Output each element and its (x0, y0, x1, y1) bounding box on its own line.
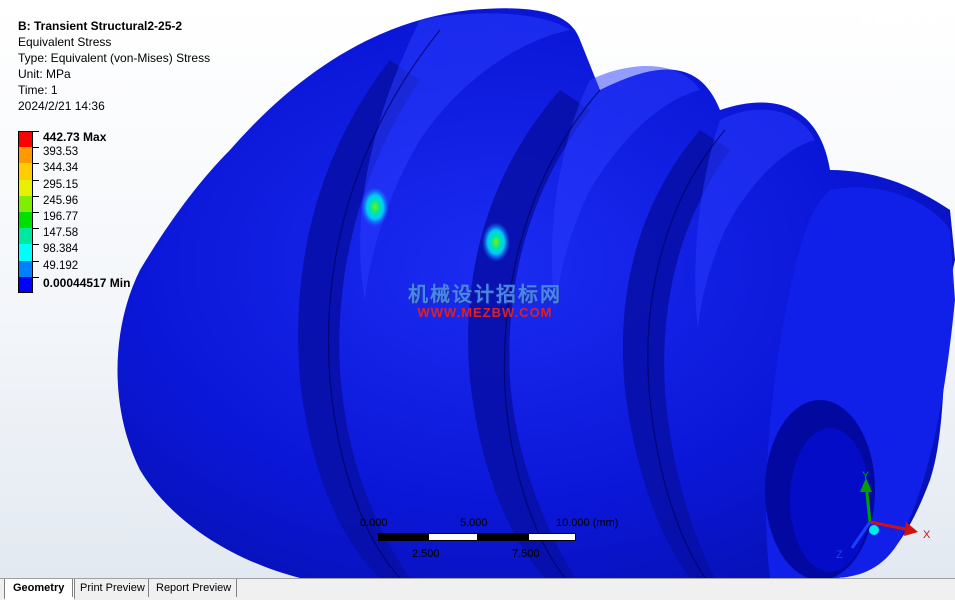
stress-hotspot-1 (361, 187, 389, 227)
result-name: Equivalent Stress (18, 34, 210, 50)
scale-label-7-5: 7.500 (512, 548, 540, 560)
legend-label: 147.58 (43, 227, 78, 239)
legend-swatch (18, 131, 33, 147)
legend-swatch (18, 163, 33, 179)
legend-tick (33, 212, 39, 213)
scale-segment-4 (528, 533, 576, 541)
triad-z-label: Z (836, 549, 843, 561)
legend-swatch (18, 228, 33, 244)
result-unit: Unit: MPa (18, 66, 210, 82)
legend-swatch (18, 212, 33, 228)
legend-label: 393.53 (43, 146, 78, 158)
legend-swatch (18, 244, 33, 260)
tab-separator (236, 579, 237, 597)
legend-swatch (18, 261, 33, 277)
legend-tick (33, 163, 39, 164)
legend-tick (33, 196, 39, 197)
legend-tick (33, 180, 39, 181)
scale-segment-2 (428, 533, 478, 541)
legend-swatch (18, 277, 33, 293)
triad-z-axis (852, 522, 870, 548)
scale-bar: 0.000 5.000 10.000 (mm) 2.500 7.500 (360, 515, 640, 565)
scale-segment-1 (378, 533, 428, 541)
scale-segment-3 (478, 533, 528, 541)
watermark-cn: 机械设计招标网 (408, 278, 562, 307)
legend-swatch (18, 180, 33, 196)
result-info: B: Transient Structural2-25-2 Equivalent… (18, 18, 210, 114)
triad-origin (869, 525, 879, 535)
result-type: Type: Equivalent (von-Mises) Stress (18, 50, 210, 66)
scale-label-10: 10.000 (mm) (556, 517, 618, 529)
axis-triad[interactable]: Y X Z (830, 470, 940, 570)
scale-label-2-5: 2.500 (412, 548, 440, 560)
legend-label: 196.77 (43, 211, 78, 223)
legend-label: 442.73 Max (43, 130, 106, 144)
legend-tick (33, 277, 39, 278)
legend-tick (33, 228, 39, 229)
legend-label: 0.00044517 Min (43, 276, 130, 290)
legend-tick (33, 244, 39, 245)
stress-hotspot-2 (482, 222, 510, 262)
ansys-brand: ANSYS R14.5 (859, 8, 937, 44)
tab-geometry[interactable]: Geometry (4, 579, 75, 600)
legend-tick (33, 147, 39, 148)
scale-label-5: 5.000 (460, 517, 488, 529)
ansys-logo: ANSYS (859, 8, 937, 34)
legend-label: 344.34 (43, 162, 78, 174)
result-time: Time: 1 (18, 82, 210, 98)
legend-tick (33, 261, 39, 262)
triad-x-arrow (904, 522, 918, 536)
triad-x-label: X (923, 529, 931, 541)
legend-label: 98.384 (43, 243, 78, 255)
analysis-title: B: Transient Structural2-25-2 (18, 18, 210, 34)
view-tabs: Geometry Print Preview Report Preview (0, 578, 955, 600)
legend-label: 295.15 (43, 179, 78, 191)
triad-y-label: Y (862, 470, 870, 482)
tab-print-preview[interactable]: Print Preview (72, 579, 155, 598)
legend-tick (33, 131, 39, 132)
legend-label: 245.96 (43, 195, 78, 207)
legend-label: 49.192 (43, 260, 78, 272)
legend-swatch (18, 147, 33, 163)
scale-label-0: 0.000 (360, 517, 388, 529)
graphics-viewport[interactable]: B: Transient Structural2-25-2 Equivalent… (0, 0, 955, 578)
watermark-url: WWW.MEZBW.COM (408, 305, 562, 320)
result-date: 2024/2/21 14:36 (18, 98, 210, 114)
legend-swatch (18, 196, 33, 212)
tab-report-preview[interactable]: Report Preview (148, 579, 241, 598)
watermark: 机械设计招标网 WWW.MEZBW.COM (408, 278, 562, 320)
